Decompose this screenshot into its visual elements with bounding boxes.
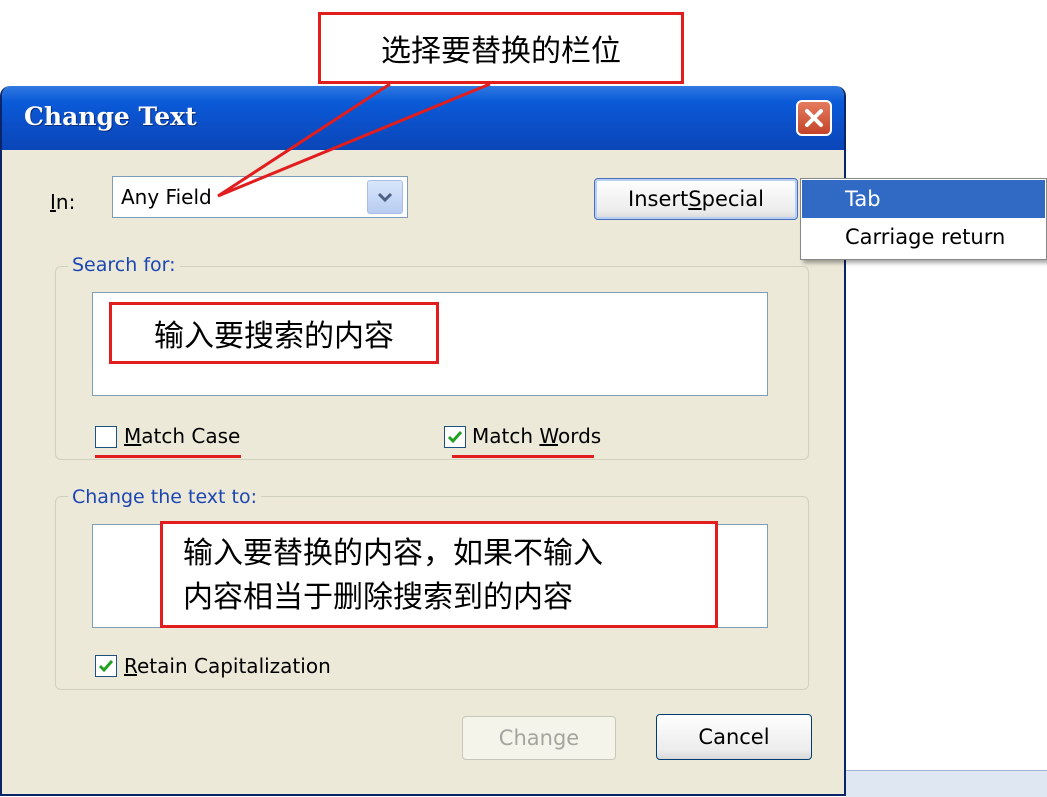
- annotation-replace-content: 输入要替换的内容，如果不输入 内容相当于删除搜索到的内容: [160, 521, 718, 628]
- annotation-replace-line1: 输入要替换的内容，如果不输入: [183, 536, 603, 571]
- annotation-select-field: 选择要替换的栏位: [318, 12, 684, 84]
- annotation-arrows: [217, 82, 491, 198]
- annotation-replace-line2: 内容相当于删除搜索到的内容: [183, 580, 573, 615]
- annotation-search-content: 输入要搜索的内容: [109, 302, 439, 364]
